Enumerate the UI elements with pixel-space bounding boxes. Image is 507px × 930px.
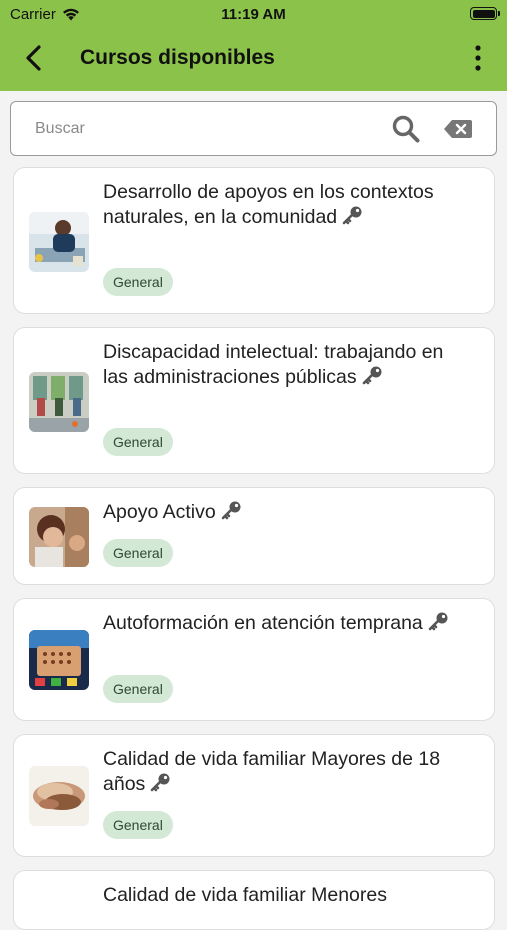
page-title: Cursos disponibles [80, 46, 275, 69]
category-badge: General [103, 428, 173, 456]
course-thumbnail [29, 766, 89, 826]
course-card[interactable]: Calidad de vida familiar Mayores de 18 a… [13, 734, 495, 857]
search-input[interactable] [35, 114, 375, 144]
app-header: Carrier 11:19 AM Cursos disponibles [0, 0, 507, 91]
course-thumbnail [29, 212, 89, 272]
course-card[interactable]: Discapacidad intelectual: trabajando en … [13, 327, 495, 474]
back-arrow-icon[interactable] [20, 42, 48, 74]
clear-input-icon[interactable] [443, 119, 473, 139]
search-icon[interactable] [391, 114, 421, 144]
key-icon [342, 206, 362, 225]
battery-icon [470, 7, 500, 20]
course-card[interactable]: Desarrollo de apoyos en los contextos na… [13, 167, 495, 314]
category-badge: General [103, 811, 173, 839]
course-card[interactable]: Autoformación en atención temprana Gener… [13, 598, 495, 721]
course-card[interactable]: Apoyo Activo General [13, 487, 495, 585]
category-badge: General [103, 539, 173, 567]
course-title: Autoformación en atención temprana [103, 612, 423, 634]
status-bar: Carrier 11:19 AM [0, 0, 507, 28]
course-thumbnail [29, 372, 89, 432]
course-title: Desarrollo de apoyos en los contextos na… [103, 181, 434, 228]
category-badge: General [103, 675, 173, 703]
course-thumbnail [29, 507, 89, 567]
status-time: 11:19 AM [221, 6, 286, 23]
search-bar [10, 101, 497, 156]
course-title: Calidad de vida familiar Menores [103, 884, 387, 906]
category-badge: General [103, 268, 173, 296]
course-thumbnail [29, 630, 89, 690]
course-title: Apoyo Activo [103, 501, 216, 523]
course-card[interactable]: Calidad de vida familiar Menores [13, 870, 495, 930]
key-icon [221, 501, 241, 520]
key-icon [428, 612, 448, 631]
more-options-icon[interactable] [473, 44, 483, 72]
key-icon [362, 366, 382, 385]
course-title: Discapacidad intelectual: trabajando en … [103, 341, 444, 388]
key-icon [150, 773, 170, 792]
